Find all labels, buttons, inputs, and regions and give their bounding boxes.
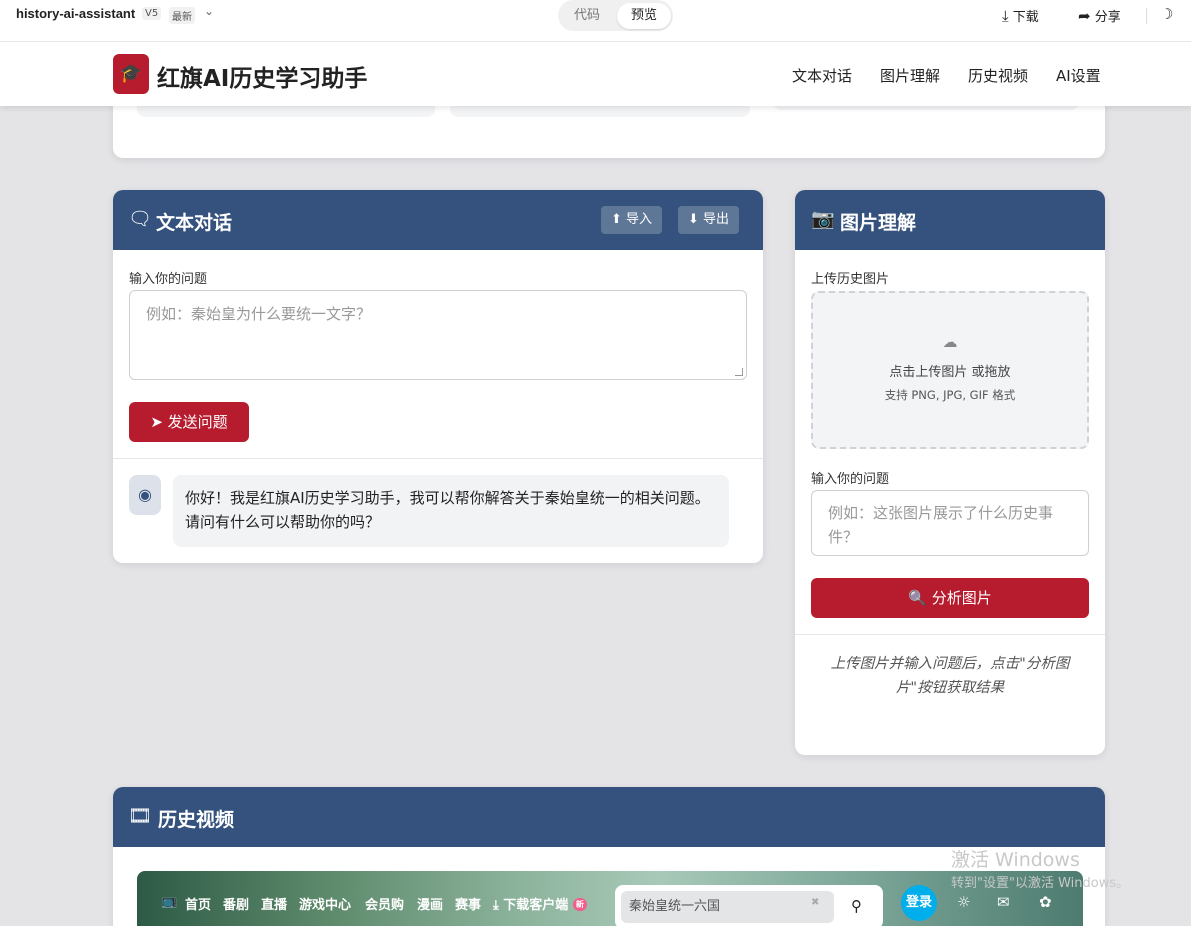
result-hint: 上传图片并输入问题后，点击"分析图片"按钮获取结果 (830, 656, 1070, 696)
send-question-button[interactable]: ➤ 发送问题 (129, 402, 249, 442)
nav-history-video[interactable]: 历史视频 (968, 65, 1028, 86)
download-icon: ⤓ (1002, 7, 1009, 25)
upload-label: 上传历史图片 (811, 272, 890, 287)
upload-prompt: 点击上传图片 或拖放 (889, 365, 1011, 380)
clear-icon[interactable]: ✖ (811, 897, 819, 908)
activation-watermark-hint: 转到"设置"以激活 Windows。 (951, 876, 1130, 891)
divider (113, 458, 763, 459)
app-header: 🎓 红旗AI历史学习助手 文本对话 图片理解 历史视频 AI设置 (0, 42, 1191, 106)
tv-icon: 📺 (161, 894, 178, 909)
download-button[interactable]: ⤓ 下载 (1002, 6, 1039, 25)
embed-login-button[interactable]: 登录 (901, 885, 937, 921)
embed-nav-events[interactable]: 赛事 (455, 894, 481, 913)
preview-toolbar: history-ai-assistant V5 最新 ⌄ 代码 预览 ⤓ 下载 … (0, 0, 1191, 42)
download-icon: ⬇ (688, 212, 699, 227)
upload-icon: ⬆ (611, 212, 622, 227)
embed-nav-download[interactable]: ⤓ 下载客户端 新 (493, 894, 587, 913)
nav-text-chat[interactable]: 文本对话 (792, 65, 852, 86)
graduation-cap-icon: 🎓 (113, 54, 149, 94)
comments-icon: 🗨 (128, 208, 153, 230)
upload-formats: 支持 PNG, JPG, GIF 格式 (884, 388, 1016, 402)
nav-ai-settings[interactable]: AI设置 (1056, 65, 1101, 86)
search-icon[interactable]: ⚲ (851, 897, 862, 915)
tab-code[interactable]: 代码 (560, 3, 614, 29)
compass-icon[interactable]: ☼ (957, 893, 970, 911)
send-label: 发送问题 (167, 413, 228, 431)
analyze-label: 分析图片 (931, 589, 992, 607)
text-chat-header: 🗨 文本对话 ⬆ 导入 ⬇ 导出 (113, 190, 763, 250)
image-understanding-title: 图片理解 (840, 212, 917, 234)
image-understanding-header: 📷 图片理解 (795, 190, 1105, 250)
divider (795, 634, 1105, 635)
embed-nav-live[interactable]: 直播 (261, 894, 287, 913)
cloud-upload-icon: ☁ (942, 333, 958, 351)
assistant-message: 你好！我是红旗AI历史学习助手，我可以帮你解答关于秦始皇统一的相关问题。请问有什… (173, 475, 729, 547)
version-badge: V5 (142, 7, 162, 20)
export-label: 导出 (703, 212, 730, 227)
fan-icon[interactable]: ✿ (1039, 893, 1052, 911)
assistant-avatar-icon: ◉ (129, 475, 161, 515)
latest-badge: 最新 (169, 7, 195, 24)
embed-download-label: 下载客户端 (503, 898, 569, 913)
brand-title: 红旗AI历史学习助手 (157, 66, 368, 92)
activation-watermark: 激活 Windows (951, 849, 1080, 871)
import-label: 导入 (626, 212, 653, 227)
embed-search-input[interactable]: 秦始皇统一六国 (621, 891, 834, 923)
chevron-down-icon[interactable]: ⌄ (204, 4, 214, 18)
image-dropzone[interactable]: ☁ 点击上传图片 或拖放 支持 PNG, JPG, GIF 格式 (811, 291, 1089, 449)
history-video-header: 🎞 历史视频 (113, 787, 1105, 847)
new-badge: 新 (572, 898, 587, 911)
embed-search-box: 秦始皇统一六国 ✖ ⚲ (615, 885, 883, 926)
embed-nav-home[interactable]: 首页 (185, 894, 211, 913)
text-chat-title: 文本对话 (156, 212, 233, 234)
mail-icon[interactable]: ✉ (997, 893, 1010, 911)
view-toggle: 代码 预览 (558, 0, 673, 31)
embed-nav-games[interactable]: 游戏中心 (299, 894, 351, 913)
share-label: 分享 (1094, 10, 1121, 25)
embedded-video-site[interactable]: 📺 首页 番剧 直播 游戏中心 会员购 漫画 赛事 ⤓ 下载客户端 新 秦始皇统… (137, 871, 1083, 926)
analyze-image-button[interactable]: 🔍 分析图片 (811, 578, 1089, 618)
project-name[interactable]: history-ai-assistant (16, 6, 135, 21)
share-icon: ➦ (1078, 7, 1091, 25)
question-input[interactable]: 例如：秦始皇为什么要统一文字？ (129, 290, 747, 380)
share-button[interactable]: ➦ 分享 (1078, 6, 1121, 25)
nav-image-understanding[interactable]: 图片理解 (880, 65, 940, 86)
image-question-input[interactable]: 例如：这张图片展示了什么历史事件？ (811, 490, 1089, 556)
image-question-label: 输入你的问题 (811, 472, 890, 487)
moon-icon[interactable]: ☽ (1160, 5, 1173, 23)
download-icon: ⤓ (493, 898, 499, 913)
export-button[interactable]: ⬇ 导出 (678, 206, 740, 234)
film-icon: 🎞 (128, 805, 153, 827)
question-label: 输入你的问题 (129, 272, 208, 287)
search-icon: 🔍 (908, 589, 927, 607)
tab-preview[interactable]: 预览 (617, 3, 671, 29)
import-button[interactable]: ⬆ 导入 (601, 206, 663, 234)
camera-icon: 📷 (811, 208, 835, 230)
divider (1146, 8, 1147, 24)
download-label: 下载 (1012, 10, 1039, 25)
embed-nav-anime[interactable]: 番剧 (223, 894, 249, 913)
embed-nav-manga[interactable]: 漫画 (417, 894, 443, 913)
history-video-title: 历史视频 (158, 809, 235, 831)
paper-plane-icon: ➤ (150, 413, 163, 431)
embed-nav-shop[interactable]: 会员购 (365, 894, 404, 913)
